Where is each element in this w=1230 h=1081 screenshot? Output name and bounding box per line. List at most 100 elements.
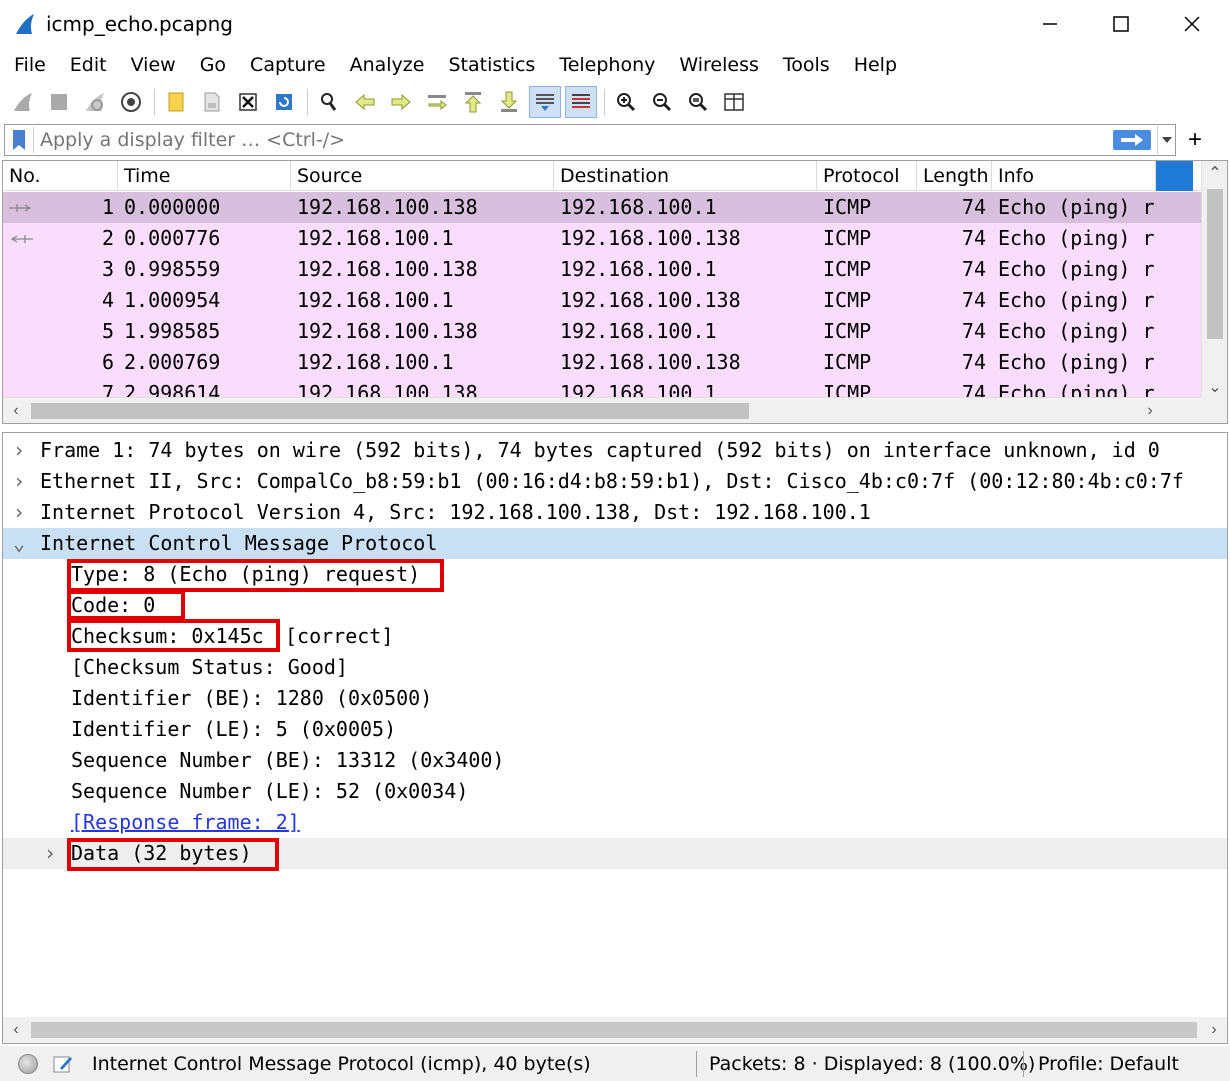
go-first-button[interactable] [458,87,488,117]
tree-item-icmp-code[interactable]: Code: 0 [3,590,1227,621]
filter-bookmark-icon[interactable] [13,130,25,150]
column-header-destination[interactable]: Destination [554,161,817,191]
scroll-left-icon[interactable]: ‹ [3,1017,29,1043]
cell-source: 192.168.100.1 [297,288,454,312]
tree-item-ethernet[interactable]: › Ethernet II, Src: CompalCo_b8:59:b1 (0… [3,466,1227,497]
column-header-info[interactable]: Info [992,161,1156,191]
tree-item-checksum-status[interactable]: [Checksum Status: Good] [3,652,1227,683]
chevron-down-icon[interactable]: ⌄ [9,528,29,559]
colorize-button[interactable] [565,86,597,118]
minimize-button[interactable] [1015,0,1085,48]
scrollbar-thumb[interactable] [31,403,749,419]
close-button[interactable] [1157,0,1227,48]
go-forward-button[interactable] [386,87,416,117]
cell-info: Echo (ping) r [998,195,1155,219]
scroll-down-icon[interactable]: ⌄ [1202,375,1227,399]
profile-indicator[interactable]: Profile: Default [1038,1053,1179,1075]
menu-statistics[interactable]: Statistics [436,54,547,76]
tree-item-response-frame[interactable]: [Response frame: 2] [3,807,1227,838]
menu-wireless[interactable]: Wireless [667,54,771,76]
stop-capture-button[interactable] [44,87,74,117]
capture-comment-icon[interactable] [52,1054,74,1074]
start-capture-button[interactable] [8,87,38,117]
restart-capture-icon [86,93,104,111]
zoom-out-button[interactable] [647,87,677,117]
normal-size-button[interactable] [683,87,713,117]
tree-item-frame[interactable]: › Frame 1: 74 bytes on wire (592 bits), … [3,435,1227,466]
scrollbar-thumb[interactable] [1207,189,1223,339]
menu-view[interactable]: View [119,54,188,76]
tree-item-ip[interactable]: › Internet Protocol Version 4, Src: 192.… [3,497,1227,528]
scroll-right-icon[interactable]: › [1137,398,1163,423]
go-back-button[interactable] [350,87,380,117]
column-header-length[interactable]: Length [917,161,992,191]
menu-go[interactable]: Go [188,54,238,76]
cell-protocol: ICMP [823,257,872,281]
packet-row[interactable]: 5 1.998585 192.168.100.138 192.168.100.1 ICM… [3,316,1203,347]
packet-row[interactable]: 3 0.998559 192.168.100.138 192.168.100.1 ICM… [3,254,1203,285]
scroll-up-icon[interactable]: ⌃ [1202,161,1227,185]
menu-analyze[interactable]: Analyze [338,54,437,76]
find-packet-button[interactable] [314,87,344,117]
cell-time: 0.998559 [124,257,221,281]
packet-row[interactable]: 4 1.000954 192.168.100.1 192.168.100.138 ICM… [3,285,1203,316]
restart-capture-button[interactable] [80,87,110,117]
autoscroll-button[interactable] [529,86,561,118]
display-filter-input[interactable] [40,126,1113,154]
tree-item-identifier-be[interactable]: Identifier (BE): 1280 (0x0500) [3,683,1227,714]
column-header-no[interactable]: No. [3,161,118,191]
details-horizontal-scrollbar[interactable]: ‹ › [3,1017,1227,1043]
reload-file-button[interactable] [269,87,299,117]
menu-tools[interactable]: Tools [771,54,842,76]
close-file-button[interactable] [233,87,263,117]
menu-bar: File Edit View Go Capture Analyze Statis… [0,48,1230,82]
maximize-button[interactable] [1086,0,1156,48]
apply-filter-button[interactable] [1113,130,1151,150]
tree-item-label: Frame 1: 74 bytes on wire (592 bits), 74… [40,438,1160,462]
column-header-source[interactable]: Source [291,161,554,191]
scroll-right-icon[interactable]: › [1201,1017,1227,1043]
tree-item-icmp[interactable]: ⌄ Internet Control Message Protocol [3,528,1227,559]
scrollbar-thumb[interactable] [31,1022,1197,1038]
tree-item-label: Internet Control Message Protocol [40,531,438,555]
packet-list-header: No. Time Source Destination Protocol Len… [3,161,1203,191]
scroll-left-icon[interactable]: ‹ [3,398,29,423]
menu-help[interactable]: Help [842,54,909,76]
cell-protocol: ICMP [823,195,872,219]
chevron-right-icon[interactable]: › [9,435,29,466]
chevron-right-icon[interactable]: › [9,497,29,528]
menu-telephony[interactable]: Telephony [547,54,667,76]
packet-list-vertical-scrollbar[interactable]: ⌃ ⌄ [1201,161,1227,399]
go-last-button[interactable] [494,87,524,117]
add-filter-button[interactable]: + [1180,124,1210,156]
normal-size-icon [689,93,708,112]
minimize-icon [1043,23,1057,25]
go-to-packet-button[interactable] [422,87,452,117]
packet-row[interactable]: 2 0.000776 192.168.100.1 192.168.100.138 ICM… [3,223,1203,254]
open-file-button[interactable] [161,87,191,117]
packet-row[interactable]: 1 0.000000 192.168.100.138 192.168.100.1 ICM… [3,192,1203,223]
filter-history-dropdown[interactable] [1157,126,1175,154]
packet-row[interactable]: 6 2.000769 192.168.100.1 192.168.100.138 ICM… [3,347,1203,378]
tree-item-sequence-be[interactable]: Sequence Number (BE): 13312 (0x3400) [3,745,1227,776]
save-file-button[interactable] [197,87,227,117]
main-toolbar [0,82,1230,122]
column-header-time[interactable]: Time [118,161,291,191]
resize-columns-button[interactable] [719,87,749,117]
tree-item-identifier-le[interactable]: Identifier (LE): 5 (0x0005) [3,714,1227,745]
expert-info-indicator[interactable] [18,1053,38,1074]
response-frame-link[interactable]: [Response frame: 2] [71,807,300,838]
menu-capture[interactable]: Capture [238,54,338,76]
zoom-in-button[interactable] [611,87,641,117]
menu-file[interactable]: File [0,54,58,76]
chevron-right-icon[interactable]: › [9,466,29,497]
cell-source: 192.168.100.1 [297,226,454,250]
packet-list-horizontal-scrollbar[interactable]: ‹ › [3,397,1203,423]
cell-time: 0.000776 [124,226,221,250]
tree-item-sequence-le[interactable]: Sequence Number (LE): 52 (0x0034) [3,776,1227,807]
capture-options-button[interactable] [116,87,146,117]
chevron-right-icon[interactable]: › [40,838,60,869]
menu-edit[interactable]: Edit [58,54,119,76]
window-title: icmp_echo.pcapng [46,12,233,36]
column-header-protocol[interactable]: Protocol [817,161,917,191]
